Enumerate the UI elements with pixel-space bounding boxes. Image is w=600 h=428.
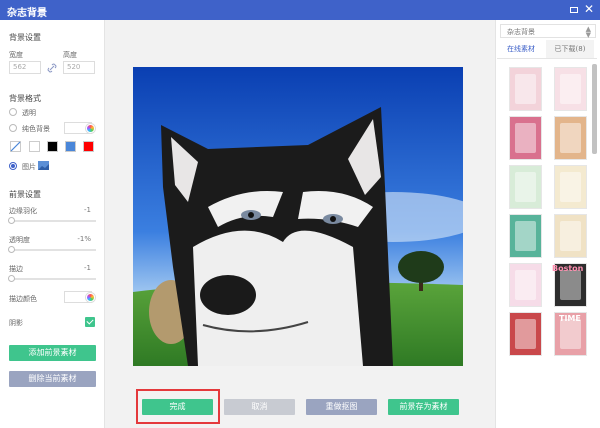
swatch-white[interactable] (29, 141, 40, 152)
thumbnail-inner-panel (515, 319, 536, 349)
tree-crown (398, 251, 444, 283)
add-fg-button[interactable]: 添加前景素材 (9, 345, 96, 361)
swatch-blue[interactable] (65, 141, 76, 152)
feather-slider-knob[interactable] (8, 217, 15, 224)
thumbnail-floral-parchment[interactable] (554, 214, 587, 258)
thumbnail-inner-panel (560, 319, 581, 349)
thumbnail-brown-parchment[interactable] (554, 116, 587, 160)
width-label: 宽度 (9, 51, 23, 59)
preview-canvas[interactable] (133, 67, 463, 366)
feather-slider-track[interactable] (9, 220, 96, 222)
thumbnail-inner-panel (560, 74, 581, 104)
link-icon[interactable] (47, 63, 57, 73)
option-solid-label: 纯色背景 (22, 125, 50, 133)
fg-settings-title: 前景设置 (9, 190, 41, 199)
dropdown-value: 杂志背景 (507, 28, 535, 36)
category-dropdown[interactable]: 杂志背景 ▲ ▼ (500, 24, 596, 39)
thumbnail-pink-floral-card[interactable] (509, 67, 542, 111)
delete-fg-button[interactable]: 删除当前素材 (9, 371, 96, 387)
dog-nose (200, 275, 256, 315)
settings-panel (0, 20, 105, 428)
thumbnail-scrollbar[interactable] (592, 64, 597, 154)
radio-image[interactable] (9, 162, 17, 170)
stroke-slider-track[interactable] (9, 278, 96, 280)
close-button[interactable]: ✕ (584, 2, 596, 16)
thumbnail-inner-panel (560, 172, 581, 202)
thumb-text-boston: Boston (552, 264, 584, 273)
width-input[interactable]: 562 (9, 61, 41, 74)
swatch-red[interactable] (83, 141, 94, 152)
image-icon (38, 161, 49, 170)
stroke-label: 描边 (9, 265, 23, 273)
window-title: 杂志背景 (7, 8, 47, 19)
option-transparent-label: 透明 (22, 109, 36, 117)
recrop-button[interactable]: 重做抠图 (306, 399, 377, 415)
thumbnail-teal-frame[interactable] (509, 214, 542, 258)
feather-label: 边缘羽化 (9, 207, 37, 215)
thumb-text-time: TIME (559, 314, 581, 323)
close-icon: ✕ (584, 2, 595, 16)
thumbnail-inner-panel (560, 221, 581, 251)
tab-online[interactable]: 在线素材 (497, 40, 545, 58)
thumbnail-pink-frame[interactable] (509, 116, 542, 160)
thumbnail-inner-panel (515, 74, 536, 104)
opacity-label: 透明度 (9, 236, 30, 244)
opacity-slider-track[interactable] (9, 249, 96, 251)
stroke-value: -1 (84, 264, 91, 272)
stroke-color-picker-icon[interactable] (86, 293, 95, 302)
thumbnail-ice-cream-card[interactable] (554, 67, 587, 111)
stroke-color-label: 描边颜色 (9, 295, 37, 303)
thumbnail-pink-floral-frame[interactable] (509, 263, 542, 307)
thumbnail-floral-oval[interactable] (554, 165, 587, 209)
height-label: 高度 (63, 51, 77, 59)
title-bar: 杂志背景 ✕ (0, 0, 600, 20)
thumbnail-inner-panel (515, 221, 536, 251)
swatch-black[interactable] (47, 141, 58, 152)
maximize-icon (570, 7, 578, 13)
cancel-button[interactable]: 取消 (224, 399, 295, 415)
radio-solid[interactable] (9, 124, 17, 132)
maximize-button[interactable] (568, 4, 580, 16)
dropdown-caret-icon: ▲ ▼ (585, 25, 591, 39)
bg-settings-title: 背景设置 (9, 33, 41, 42)
thumbnail-green-leaf-frame[interactable] (509, 165, 542, 209)
tab-divider (497, 58, 597, 59)
tab-downloaded[interactable]: 已下载(8) (546, 40, 594, 58)
no-color-swatch[interactable] (10, 141, 21, 152)
shadow-label: 阴影 (9, 319, 23, 327)
save-fg-button[interactable]: 前景存为素材 (388, 399, 459, 415)
thumbnail-inner-panel (515, 123, 536, 153)
opacity-value: -1% (77, 235, 91, 243)
height-input[interactable]: 520 (63, 61, 95, 74)
opacity-slider-knob[interactable] (8, 246, 15, 253)
thumbnail-inner-panel (515, 270, 536, 300)
thumbnail-inner-panel (560, 123, 581, 153)
color-picker-icon[interactable] (86, 124, 95, 133)
thumbnail-inner-panel (560, 270, 581, 300)
stroke-slider-knob[interactable] (8, 275, 15, 282)
thumbnail-red-photo-frame[interactable] (509, 312, 542, 356)
highlight-frame (136, 389, 220, 424)
radio-transparent[interactable] (9, 108, 17, 116)
option-image-label: 图片 (22, 163, 36, 171)
shadow-checkbox[interactable] (85, 317, 95, 327)
thumbnail-inner-panel (515, 172, 536, 202)
feather-value: -1 (84, 206, 91, 214)
bg-format-title: 背景格式 (9, 94, 41, 103)
